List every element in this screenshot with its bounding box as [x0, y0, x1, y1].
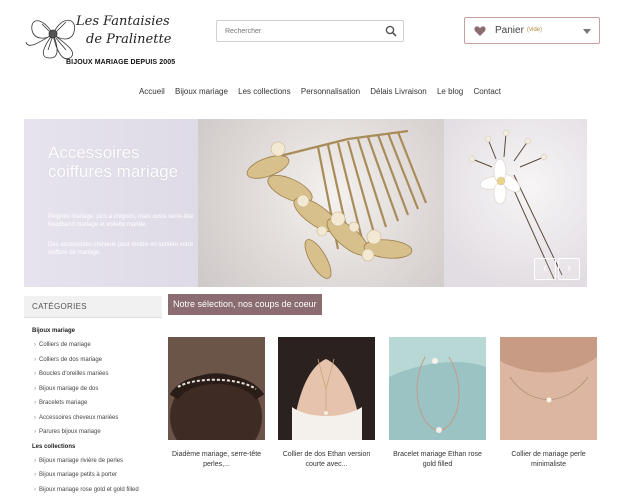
nav-item-contact[interactable]: Contact	[473, 87, 501, 96]
hero-title: Accessoires	[48, 143, 140, 162]
categories-heading-label: CATÉGORIES	[32, 302, 87, 311]
search-box	[216, 20, 404, 42]
product-card[interactable]: Collier de mariage perle minimaliste	[500, 337, 597, 470]
heart-icon	[474, 26, 486, 36]
hero-image-hair-comb	[198, 119, 444, 287]
category-group-collections[interactable]: Les collections	[24, 444, 164, 458]
product-image[interactable]	[500, 337, 597, 440]
product-name[interactable]: Bracelet mariage Ethan rose gold filled	[389, 450, 486, 470]
product-card[interactable]: Bracelet mariage Ethan rose gold filled	[389, 337, 486, 470]
product-image[interactable]	[389, 337, 486, 440]
selection-heading: Notre sélection, nos coups de coeur	[168, 294, 322, 315]
slider-next-button[interactable]: ›	[558, 258, 580, 280]
nav-item-blog[interactable]: Le blog	[437, 87, 463, 96]
site-logo[interactable]: Les Fantaisies de Pralinette BIJOUX MARI…	[22, 6, 176, 72]
sidebar-item-boucles[interactable]: Boucles d'oreilles mariées	[24, 371, 164, 386]
sidebar-item-bracelets[interactable]: Bracelets mariage	[24, 400, 164, 415]
chevron-down-icon	[583, 29, 591, 34]
sidebar-item-rose-gold[interactable]: Bijoux mariage rose gold et gold filled	[24, 487, 164, 502]
category-group-bijoux-mariage[interactable]: Bijoux mariage	[24, 328, 164, 342]
product-image[interactable]	[278, 337, 375, 440]
sidebar-item-colliers[interactable]: Colliers de mariage	[24, 342, 164, 357]
categories-heading: CATÉGORIES	[24, 296, 162, 318]
sidebar-item-bijoux-dos[interactable]: Bijoux mariage de dos	[24, 386, 164, 401]
sidebar-item-parures[interactable]: Parures bijoux mariage	[24, 429, 164, 444]
product-name[interactable]: Diadème mariage, serre-tête perles,...	[168, 450, 265, 470]
flower-logo-icon	[25, 19, 76, 60]
hero-description-2: Des accessoires cheveux pour mettre en l…	[48, 242, 194, 256]
sidebar-item-accessoires-cheveux[interactable]: Accessoires cheveux mariées	[24, 415, 164, 430]
product-name[interactable]: Collier de dos Ethan version courte avec…	[278, 450, 375, 470]
search-input[interactable]	[217, 21, 381, 41]
main-navigation: Accueil Bijoux mariage Les collections P…	[0, 87, 640, 96]
cart-label: Panier	[495, 25, 524, 36]
chevron-right-icon: ›	[566, 260, 572, 275]
categories-sidebar: Bijoux mariage Colliers de mariage Colli…	[24, 328, 164, 501]
cart-status: (vide)	[527, 27, 543, 33]
nav-item-accueil[interactable]: Accueil	[139, 87, 165, 96]
hero-title-line-1: Accessoires	[48, 143, 140, 162]
sidebar-item-colliers-dos[interactable]: Colliers de dos mariage	[24, 357, 164, 372]
logo-tagline: BIJOUX MARIAGE DEPUIS 2005	[66, 59, 176, 66]
hero-subtitle: coiffures mariage	[48, 162, 178, 181]
hero-slider[interactable]: Accessoires coiffures mariage Peignes ma…	[24, 119, 587, 287]
hero-description-1: Peignes mariage, pics à chignon, mais au…	[48, 214, 194, 228]
logo-line-1: Les Fantaisies	[76, 14, 170, 29]
nav-item-personnalisation[interactable]: Personnalisation	[301, 87, 360, 96]
product-card[interactable]: Diadème mariage, serre-tête perles,...	[168, 337, 265, 470]
sidebar-item-riviere-perles[interactable]: Bijoux mariage rivière de perles	[24, 458, 164, 473]
nav-item-collections[interactable]: Les collections	[238, 87, 290, 96]
product-card[interactable]: Collier de dos Ethan version courte avec…	[278, 337, 375, 470]
sidebar-item-petits-a-porter[interactable]: Bijoux mariage petits à porter	[24, 472, 164, 487]
hero-title-line-2: coiffures mariage	[48, 162, 179, 181]
nav-item-bijoux-mariage[interactable]: Bijoux mariage	[175, 87, 228, 96]
chevron-left-icon: ‹	[542, 260, 548, 275]
nav-item-delais-livraison[interactable]: Délais Livraison	[370, 87, 426, 96]
cart-button[interactable]: Panier (vide)	[464, 17, 600, 44]
product-name[interactable]: Collier de mariage perle minimaliste	[500, 450, 597, 470]
product-image[interactable]	[168, 337, 265, 440]
search-icon[interactable]	[385, 25, 397, 37]
slider-prev-button[interactable]: ‹	[534, 258, 556, 280]
logo-line-2: de Pralinette	[86, 32, 172, 47]
